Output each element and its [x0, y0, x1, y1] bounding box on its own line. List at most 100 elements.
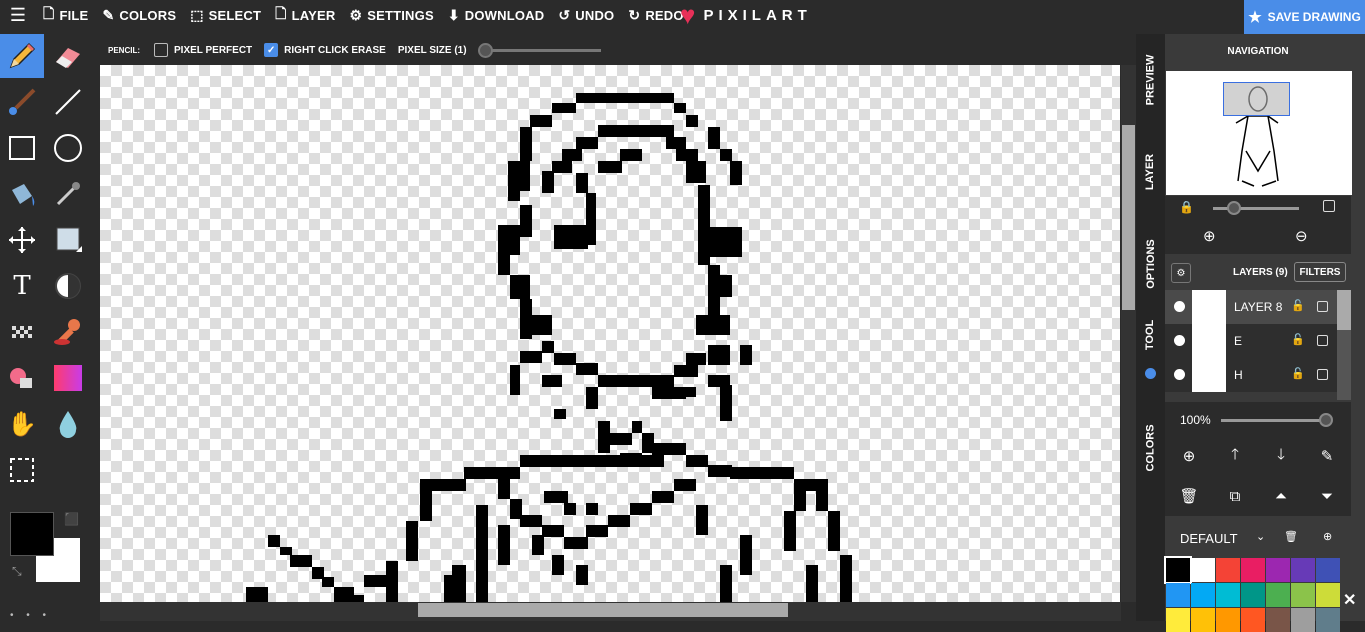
layer-settings-gear-icon[interactable]: ⚙	[1171, 263, 1191, 283]
layer-checkbox[interactable]	[1317, 301, 1328, 312]
more-dots-icon[interactable]: • • •	[10, 610, 51, 621]
palette-swatch[interactable]	[1291, 608, 1315, 632]
visibility-icon[interactable]	[1174, 301, 1185, 312]
hand-tool[interactable]: ✋	[0, 402, 44, 446]
zoom-in-icon[interactable]: ⊕	[1203, 227, 1216, 245]
visibility-icon[interactable]	[1174, 335, 1185, 346]
menu-layer[interactable]: 🗋 LAYER	[268, 0, 342, 30]
palette-swatch[interactable]	[1266, 583, 1290, 607]
line-tool[interactable]	[46, 80, 90, 124]
zoom-slider[interactable]	[1213, 207, 1299, 210]
canvas-vertical-scrollbar[interactable]	[1121, 65, 1136, 602]
duplicate-layer-icon[interactable]: ⧉	[1225, 486, 1245, 506]
palette-name[interactable]: DEFAULT	[1180, 531, 1238, 546]
edit-layer-icon[interactable]: ✎	[1317, 446, 1337, 466]
zoom-out-icon[interactable]: ⊖	[1295, 227, 1308, 245]
layers-scrollbar[interactable]	[1337, 290, 1351, 400]
merge-up-icon[interactable]: ⏶	[1271, 486, 1291, 506]
brush-tool[interactable]	[0, 80, 44, 124]
opacity-slider[interactable]	[1221, 419, 1327, 422]
right-click-erase-checkbox[interactable]: ✓	[264, 43, 279, 57]
drop-tool[interactable]	[46, 402, 90, 446]
bucket-tool[interactable]	[0, 172, 44, 216]
filters-button[interactable]: FILTERS	[1294, 262, 1346, 282]
layer-row[interactable]: H 🔓	[1165, 358, 1337, 392]
pixel-perfect-checkbox[interactable]	[154, 43, 168, 57]
pencil-tool[interactable]	[0, 34, 44, 78]
palette-swatch[interactable]	[1316, 608, 1340, 632]
unlock-icon[interactable]: 🔓	[1291, 299, 1305, 312]
visibility-icon[interactable]	[1174, 369, 1185, 380]
unlock-icon[interactable]: 🔓	[1291, 367, 1305, 380]
swap-colors-icon[interactable]: ⬛	[64, 512, 80, 528]
pattern-tool[interactable]	[0, 310, 44, 354]
hamburger-icon[interactable]: ☰	[0, 0, 36, 30]
viewport-rect[interactable]	[1223, 82, 1290, 116]
navigation-preview[interactable]	[1166, 71, 1352, 195]
scroll-thumb[interactable]	[1122, 125, 1135, 310]
select-rect-tool[interactable]	[0, 448, 44, 492]
chevron-down-icon[interactable]: ⌄	[1256, 530, 1265, 543]
eraser-fill-tool[interactable]	[0, 356, 44, 400]
pixel-size-slider[interactable]	[477, 42, 601, 58]
tab-colors[interactable]: COLORS	[1136, 402, 1165, 494]
menu-select[interactable]: ⬚ SELECT	[183, 0, 268, 30]
tab-tool[interactable]: TOOL	[1136, 310, 1165, 360]
canvas-horizontal-scrollbar[interactable]	[100, 602, 1121, 621]
rectangle-tool[interactable]	[0, 126, 44, 170]
pixilart-logo[interactable]: ♥ PIXILART	[680, 0, 812, 30]
dither-tool[interactable]	[46, 264, 90, 308]
palette-swatch[interactable]	[1166, 608, 1190, 632]
palette-swatch[interactable]	[1216, 558, 1240, 582]
shade-tool[interactable]	[46, 218, 90, 262]
menu-download[interactable]: ⬇ DOWNLOAD	[441, 0, 552, 30]
right-click-erase-option[interactable]: ✓ RIGHT CLICK ERASE	[264, 43, 386, 57]
circle-tool[interactable]	[46, 126, 90, 170]
palette-swatch[interactable]	[1191, 558, 1215, 582]
layer-checkbox[interactable]	[1317, 369, 1328, 380]
palette-swatch[interactable]	[1316, 558, 1340, 582]
palette-swatch[interactable]	[1216, 583, 1240, 607]
layer-checkbox[interactable]	[1317, 335, 1328, 346]
trash-icon[interactable]: 🗑	[1284, 530, 1298, 543]
preview-toggle-checkbox[interactable]	[1323, 200, 1335, 212]
zoom-slider-knob[interactable]	[1227, 201, 1241, 215]
delete-layer-icon[interactable]: 🗑	[1179, 486, 1199, 506]
save-drawing-button[interactable]: ★ SAVE DRAWING	[1244, 0, 1365, 34]
scroll-thumb[interactable]	[418, 603, 788, 617]
tab-layer[interactable]: LAYER	[1136, 126, 1165, 218]
palette-swatch[interactable]	[1216, 608, 1240, 632]
move-up-icon[interactable]: 🡑	[1225, 446, 1245, 466]
close-icon[interactable]: ✕	[1343, 590, 1356, 610]
add-color-icon[interactable]: ⊕	[1323, 530, 1332, 543]
primary-color-swatch[interactable]	[10, 512, 54, 556]
move-tool[interactable]	[0, 218, 44, 262]
move-down-icon[interactable]: 🡓	[1271, 446, 1291, 466]
menu-undo[interactable]: ↺ UNDO	[551, 0, 621, 30]
opacity-slider-knob[interactable]	[1319, 413, 1333, 427]
palette-swatch[interactable]	[1164, 556, 1192, 584]
gradient-tool[interactable]	[46, 356, 90, 400]
scroll-thumb[interactable]	[1337, 290, 1351, 330]
eyedropper-tool[interactable]	[46, 172, 90, 216]
palette-swatch[interactable]	[1191, 608, 1215, 632]
stamp-tool[interactable]	[46, 310, 90, 354]
slider-knob[interactable]	[477, 42, 493, 58]
palette-swatch[interactable]	[1316, 583, 1340, 607]
menu-colors[interactable]: ✎ COLORS	[95, 0, 183, 30]
palette-swatch[interactable]	[1241, 558, 1265, 582]
layer-row[interactable]: E 🔓	[1165, 324, 1337, 358]
palette-swatch[interactable]	[1266, 558, 1290, 582]
palette-swatch[interactable]	[1291, 583, 1315, 607]
menu-file[interactable]: 🗋 FILE	[36, 0, 95, 30]
palette-swatch[interactable]	[1191, 583, 1215, 607]
palette-swatch[interactable]	[1291, 558, 1315, 582]
palette-swatch[interactable]	[1266, 608, 1290, 632]
resize-arrow-icon[interactable]: ⤡	[12, 564, 22, 579]
menu-settings[interactable]: ⚙ SETTINGS	[342, 0, 440, 30]
palette-swatch[interactable]	[1241, 608, 1265, 632]
layer-row[interactable]: LAYER 8 🔓	[1165, 290, 1337, 324]
tab-preview[interactable]: PREVIEW	[1136, 34, 1165, 126]
eraser-tool[interactable]	[46, 34, 90, 78]
text-tool[interactable]: T	[0, 264, 44, 308]
